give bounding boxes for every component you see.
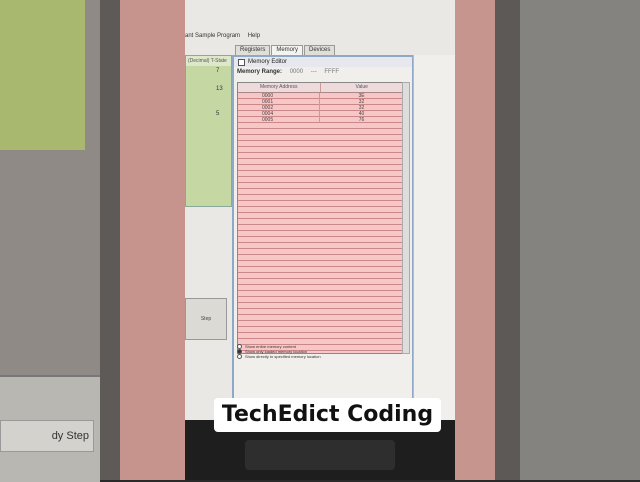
blurred-dark-strip-right <box>495 0 520 480</box>
left-blurred-region: dy Step <box>0 0 185 482</box>
menu-item-help[interactable]: Help <box>248 33 260 39</box>
menu-item-program[interactable]: ant Sample Program <box>185 33 240 39</box>
memory-range-end[interactable]: FFFF <box>324 69 339 75</box>
tstate-cell: 13 <box>216 86 223 92</box>
tab-memory[interactable]: Memory <box>271 45 304 55</box>
memory-range-row: Memory Range: 0000 --- FFFF <box>234 67 412 77</box>
blurred-pink-strip <box>120 0 185 480</box>
option-show-specified-location[interactable]: Show directly to specified memory locati… <box>237 354 407 359</box>
column-header-value[interactable]: Value <box>321 83 404 92</box>
tab-bar: Registers Memory Devices <box>235 45 336 55</box>
memory-editor-window: Memory Editor Memory Range: 0000 --- FFF… <box>232 55 414 402</box>
blurred-step-button: dy Step <box>0 420 94 452</box>
tab-registers[interactable]: Registers <box>235 45 271 55</box>
video-caption: TechEdict Coding <box>214 398 441 432</box>
menubar: ant Sample Program Help <box>185 30 455 42</box>
memory-table-body: 0000 3E 0001 32 0002 32 0004 40 0005 76 <box>238 93 403 353</box>
memory-table-header: Memory Address Value <box>238 83 403 93</box>
monitor-stand <box>245 440 395 470</box>
memory-range-label: Memory Range: <box>237 69 283 75</box>
memory-editor-titlebar: Memory Editor <box>234 57 412 67</box>
blurred-dark-strip <box>100 0 120 480</box>
step-button[interactable]: Step <box>185 298 227 340</box>
option-label: Show directly to specified memory locati… <box>245 354 321 359</box>
blurred-pink-strip-right <box>455 0 495 480</box>
address-cell: 0005 <box>238 117 320 123</box>
column-header-address[interactable]: Memory Address <box>238 83 321 92</box>
memory-table: Memory Address Value 0000 3E 0001 32 000… <box>237 82 404 354</box>
right-empty-pane <box>413 55 455 420</box>
memory-range-separator: --- <box>310 69 317 75</box>
blurred-green-panel <box>0 0 85 150</box>
program-table-header: (Decimal) T-State <box>186 56 231 66</box>
memory-editor-title: Memory Editor <box>248 59 288 65</box>
table-row[interactable]: 0005 76 <box>238 117 403 123</box>
blurred-dialog: dy Step <box>0 375 100 482</box>
vertical-scrollbar[interactable] <box>402 82 410 354</box>
right-blurred-region <box>455 0 640 480</box>
program-table-panel: (Decimal) T-State 7 13 5 <box>185 55 232 207</box>
radio-icon[interactable] <box>237 354 242 359</box>
tstate-cell: 5 <box>216 111 220 117</box>
simulator-window: ant Sample Program Help (Decimal) T-Stat… <box>185 0 455 420</box>
tstate-cell: 7 <box>216 68 220 74</box>
memory-view-options: Show entire memory content Show only loa… <box>237 344 407 359</box>
tab-devices[interactable]: Devices <box>304 45 336 55</box>
value-cell[interactable]: 76 <box>320 117 403 123</box>
memory-range-start[interactable]: 0000 <box>290 69 303 75</box>
memory-editor-checkbox[interactable] <box>238 58 245 66</box>
